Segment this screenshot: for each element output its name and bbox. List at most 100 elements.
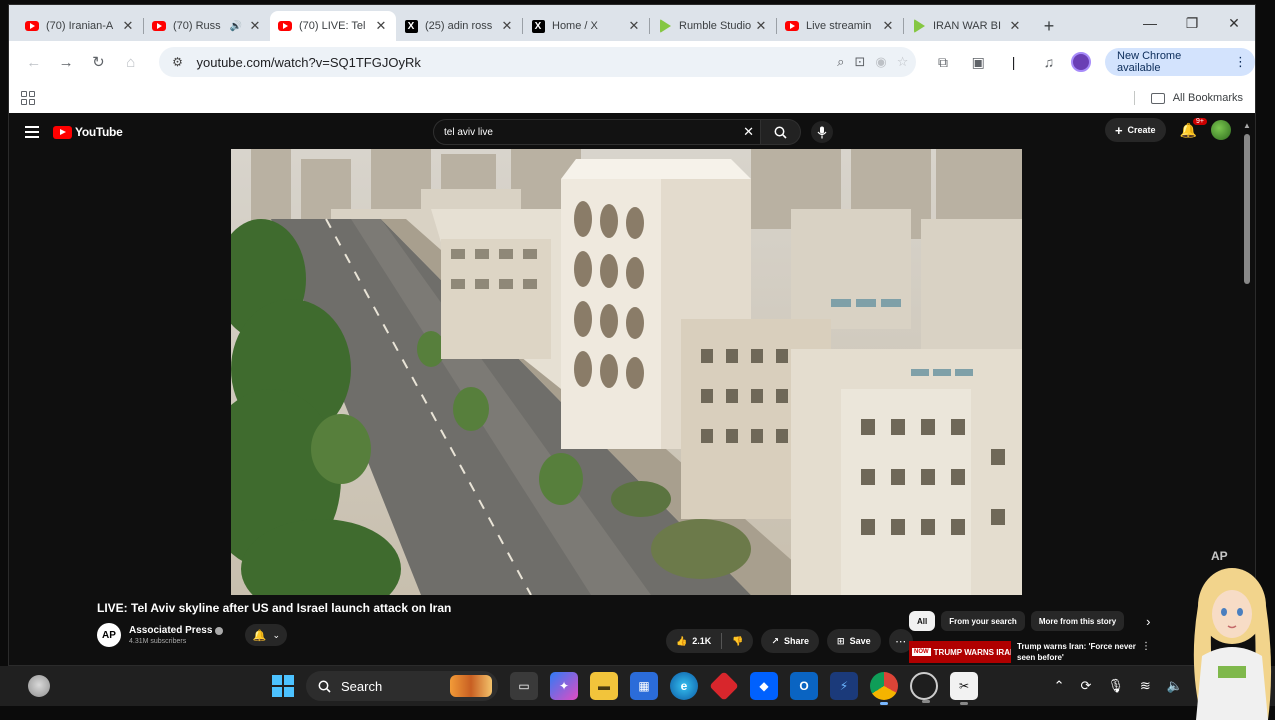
chrome-icon[interactable] — [870, 672, 898, 705]
create-button[interactable]: + Create — [1104, 118, 1166, 142]
copilot-icon[interactable]: ✦ — [550, 672, 578, 700]
wifi-icon[interactable]: ≋ — [1140, 678, 1151, 694]
minimize-icon[interactable]: — — [1129, 5, 1171, 41]
home-icon[interactable]: ⌂ — [116, 47, 145, 77]
account-avatar[interactable] — [1211, 120, 1231, 140]
obs-icon[interactable] — [910, 672, 938, 703]
back-arrow-icon[interactable]: ← — [19, 47, 48, 77]
install-app-icon[interactable]: ⊡ — [854, 54, 865, 70]
forward-arrow-icon[interactable]: → — [51, 47, 80, 77]
dropbox-icon[interactable]: ◆ — [750, 672, 778, 700]
apps-grid-icon[interactable] — [21, 91, 35, 105]
thumbs-down-icon: 👎 — [732, 635, 744, 646]
close-window-icon[interactable]: ✕ — [1213, 5, 1255, 41]
new-tab-button[interactable]: + — [1036, 11, 1062, 41]
all-bookmarks-label: All Bookmarks — [1172, 92, 1243, 104]
tab-2[interactable]: (70) Russ 🔊 ✕ — [144, 11, 270, 41]
video-player[interactable] — [231, 149, 1022, 595]
scrollbar-thumb[interactable] — [1244, 134, 1250, 284]
tab-1[interactable]: (70) Iranian-A ✕ — [17, 11, 143, 41]
video-frame-image — [231, 149, 1022, 595]
share-label: Share — [784, 636, 810, 646]
window-controls: — ❐ ✕ — [1129, 5, 1255, 41]
windows-taskbar: Search ▭ ✦ ▬ ▦ e ◆ O ⚡ ✂ ⌃ ⟳ 🎙 ≋ 🔈 — [0, 666, 1275, 706]
restore-icon[interactable]: ❐ — [1171, 5, 1213, 41]
eye-icon[interactable]: ◉ — [875, 54, 886, 70]
address-bar[interactable]: ⚙ youtube.com/watch?v=SQ1TFGJOyRk ⌕ ⊡ ◉ … — [158, 47, 917, 77]
chip-more-from-story[interactable]: More from this story — [1030, 611, 1125, 631]
tab-close-icon[interactable]: ✕ — [248, 18, 262, 34]
microphone-icon[interactable]: 🎙 — [1107, 678, 1124, 694]
like-button[interactable]: 👍 2.1K — [666, 633, 723, 649]
profile-avatar[interactable] — [1071, 52, 1092, 72]
volume-icon[interactable]: 🔈 — [1167, 678, 1183, 694]
channel-name-row[interactable]: Associated Press — [129, 625, 224, 636]
outlook-icon[interactable]: O — [790, 672, 818, 700]
power-automate-icon[interactable]: ⚡ — [830, 672, 858, 700]
reload-icon[interactable]: ↻ — [84, 47, 113, 77]
capcut-icon[interactable]: ✂ — [950, 672, 978, 705]
related-title[interactable]: Trump warns Iran: 'Force never seen befo… — [1017, 641, 1137, 663]
tab-close-icon[interactable]: ✕ — [1008, 18, 1022, 34]
tab-close-icon[interactable]: ✕ — [881, 18, 895, 34]
url-text[interactable]: youtube.com/watch?v=SQ1TFGJOyRk — [197, 55, 421, 70]
chip-all[interactable]: All — [909, 611, 936, 631]
notifications-button[interactable]: 🔔 9+ — [1180, 117, 1207, 139]
tab-4[interactable]: X (25) adin ross ✕ — [396, 11, 522, 41]
task-view-icon[interactable]: ▭ — [510, 672, 538, 700]
tab-close-icon[interactable]: ✕ — [374, 18, 388, 34]
windows-start-icon[interactable] — [272, 675, 294, 697]
file-explorer-icon[interactable]: ▬ — [590, 672, 618, 700]
tab-close-icon[interactable]: ✕ — [500, 18, 514, 34]
related-thumbnail[interactable]: NOW TRUMP WARNS IRAN — [909, 641, 1011, 663]
sync-icon[interactable]: ⟳ — [1080, 678, 1091, 694]
zoom-icon[interactable]: ⌕ — [837, 54, 844, 70]
tab-3-active[interactable]: (70) LIVE: Tel ✕ — [270, 11, 396, 41]
chip-from-your-search[interactable]: From your search — [941, 611, 1025, 631]
red-app-icon[interactable] — [709, 671, 739, 701]
tab-6[interactable]: Rumble Studio ✕ — [650, 11, 776, 41]
tab-7[interactable]: Live streamin ✕ — [777, 11, 903, 41]
tab-5[interactable]: X Home / X ✕ — [523, 11, 649, 41]
hamburger-menu-icon[interactable] — [25, 126, 39, 138]
verified-icon — [215, 626, 224, 635]
save-button[interactable]: ⊞ Save — [827, 629, 881, 653]
search-input[interactable]: tel aviv live ✕ — [433, 119, 761, 145]
media-control-icon[interactable]: ♫ — [1036, 49, 1061, 75]
all-bookmarks-button[interactable]: All Bookmarks — [1133, 83, 1243, 113]
tab-close-icon[interactable]: ✕ — [754, 18, 768, 34]
channel-avatar[interactable]: AP — [97, 623, 121, 647]
clear-search-icon[interactable]: ✕ — [743, 124, 754, 140]
taskbar-search[interactable]: Search — [306, 671, 498, 701]
taskbar-search-label: Search — [341, 678, 383, 694]
site-info-icon[interactable]: ⚙ — [167, 51, 189, 73]
chevron-up-icon[interactable]: ⌃ — [1054, 678, 1065, 694]
bookmark-star-icon[interactable]: ☆ — [897, 54, 909, 70]
search-highlight-image — [450, 675, 492, 697]
youtube-logo[interactable]: YouTube — [53, 125, 123, 139]
kebab-menu-icon[interactable]: ⋮ — [1141, 641, 1151, 652]
toolbar-divider: | — [1011, 54, 1016, 70]
new-chrome-available-button[interactable]: New Chrome available ⋮ — [1105, 48, 1255, 76]
cast-icon[interactable]: ▣ — [966, 49, 991, 75]
scroll-up-icon[interactable]: ▲ — [1243, 121, 1251, 130]
search-button[interactable] — [761, 119, 801, 145]
subscription-bell-button[interactable]: 🔔 ⌄ — [245, 624, 288, 646]
speaker-icon[interactable]: 🔊 — [230, 21, 242, 32]
voice-search-button[interactable] — [811, 121, 833, 143]
extensions-icon[interactable]: ⧉ — [930, 49, 955, 75]
related-video-item[interactable]: NOW TRUMP WARNS IRAN Trump warns Iran: '… — [909, 641, 1153, 663]
edge-icon[interactable]: e — [670, 672, 698, 700]
dislike-button[interactable]: 👎 — [722, 636, 753, 647]
save-label: Save — [849, 636, 871, 646]
tab-8[interactable]: IRAN WAR BI ✕ — [904, 11, 1030, 41]
weather-widget-icon[interactable] — [28, 675, 50, 697]
share-button[interactable]: ↗ Share — [761, 629, 820, 653]
microsoft-store-icon[interactable]: ▦ — [630, 672, 658, 700]
chevron-right-icon[interactable]: › — [1146, 614, 1150, 629]
channel-name[interactable]: Associated Press — [129, 625, 212, 636]
create-label: Create — [1127, 125, 1156, 135]
tab-close-icon[interactable]: ✕ — [627, 18, 641, 34]
search-icon — [774, 126, 787, 139]
tab-close-icon[interactable]: ✕ — [121, 18, 135, 34]
